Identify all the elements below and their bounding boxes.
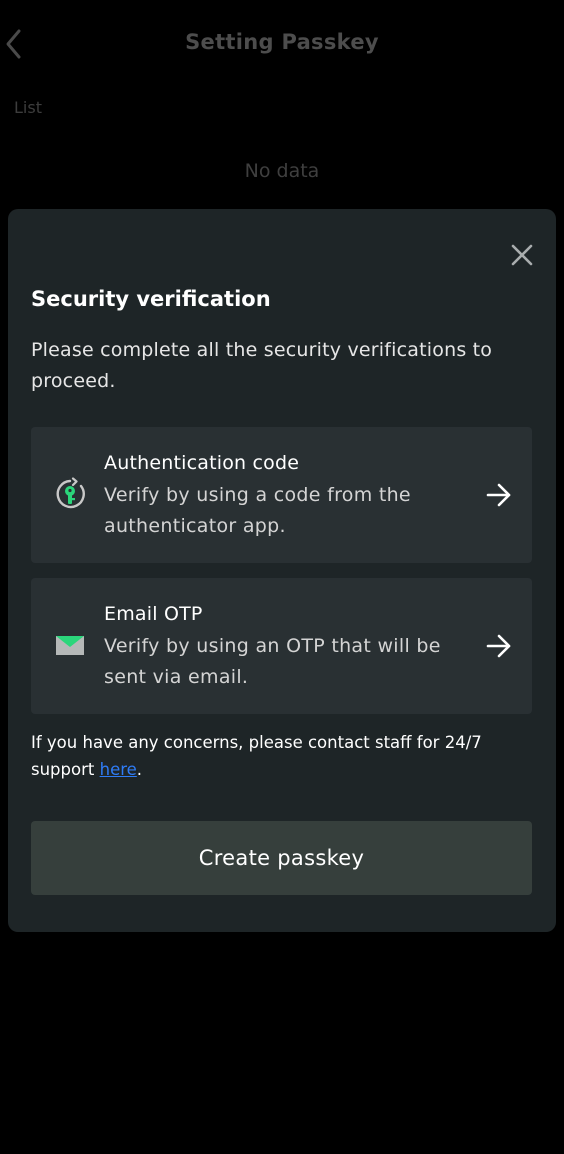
option-title: Authentication code: [104, 452, 300, 474]
page-title: Setting Passkey: [185, 30, 379, 54]
support-text: If you have any concerns, please contact…: [31, 729, 531, 783]
list-label: List: [14, 98, 42, 117]
modal-description: Please complete all the security verific…: [31, 339, 493, 392]
option-title: Email OTP: [104, 603, 203, 625]
arrow-right-icon: [486, 634, 511, 658]
authentication-code-option[interactable]: Authentication code Verify by using a co…: [31, 427, 532, 563]
arrow-right-icon: [486, 483, 511, 507]
support-suffix: .: [136, 760, 143, 779]
header: Setting Passkey: [0, 0, 564, 88]
authenticator-key-icon: [56, 477, 85, 509]
modal-title: Security verification: [31, 287, 271, 311]
option-description: Verify by using a code from the authenti…: [104, 484, 411, 537]
close-button[interactable]: [508, 241, 536, 269]
envelope-icon: [56, 636, 84, 655]
empty-state-text: No data: [244, 160, 320, 182]
support-link[interactable]: here: [100, 760, 137, 779]
support-message: If you have any concerns, please contact…: [31, 733, 482, 779]
close-icon: [511, 244, 533, 266]
security-verification-modal: Security verification Please complete al…: [8, 209, 556, 932]
option-description: Verify by using an OTP that will be sent…: [104, 635, 441, 688]
create-passkey-button[interactable]: Create passkey: [31, 821, 532, 895]
email-otp-option[interactable]: Email OTP Verify by using an OTP that wi…: [31, 578, 532, 714]
